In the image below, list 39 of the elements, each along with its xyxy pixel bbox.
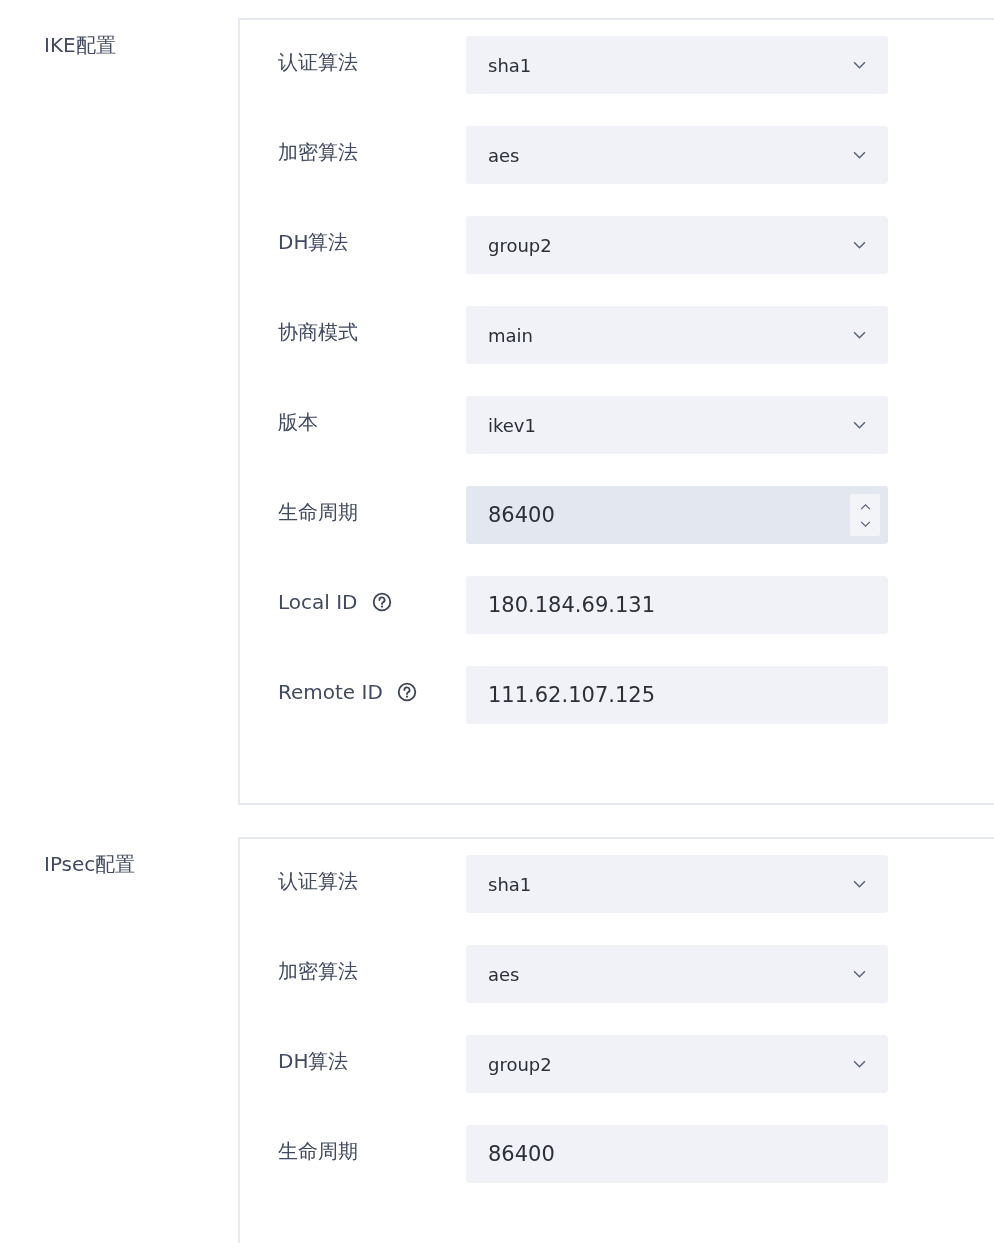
field-label: 加密算法 (278, 957, 358, 985)
field-label: 版本 (278, 408, 318, 436)
section-title: IKE配置 (43, 32, 117, 58)
select-field[interactable]: sha1 (466, 36, 888, 94)
chevron-down-icon (853, 879, 866, 889)
spinner-buttons[interactable] (850, 494, 880, 536)
input-field[interactable]: 111.62.107.125 (466, 666, 888, 724)
input-field[interactable]: 86400 (466, 1125, 888, 1183)
field-label: 认证算法 (278, 867, 358, 895)
section-title: IPsec配置 (43, 851, 137, 877)
field-label: DH算法 (278, 1047, 349, 1075)
field-label: 生命周期 (278, 498, 358, 526)
help-icon[interactable] (396, 682, 417, 702)
field-label: 生命周期 (278, 1137, 358, 1165)
select-field[interactable]: main (466, 306, 888, 364)
field-label: 协商模式 (278, 318, 358, 346)
chevron-up-icon (859, 502, 871, 510)
chevron-down-icon (853, 1059, 866, 1069)
select-field[interactable]: group2 (466, 1035, 888, 1093)
chevron-down-icon (853, 420, 866, 430)
chevron-down-icon (853, 60, 866, 70)
chevron-down-icon (853, 330, 866, 340)
chevron-down-icon (853, 150, 866, 160)
select-field[interactable]: aes (466, 945, 888, 1003)
help-icon[interactable] (371, 592, 392, 612)
select-field[interactable]: sha1 (466, 855, 888, 913)
field-label: Remote ID (278, 680, 383, 704)
field-label: 加密算法 (278, 138, 358, 166)
select-field[interactable]: aes (466, 126, 888, 184)
field-label: 认证算法 (278, 48, 358, 76)
select-field[interactable]: ikev1 (466, 396, 888, 454)
chevron-down-icon (853, 240, 866, 250)
chevron-down-icon (853, 969, 866, 979)
field-label: DH算法 (278, 228, 349, 256)
select-field[interactable]: group2 (466, 216, 888, 274)
number-field[interactable]: 86400 (466, 486, 888, 544)
field-label: Local ID (278, 590, 358, 614)
chevron-down-icon (859, 520, 871, 528)
input-field[interactable]: 180.184.69.131 (466, 576, 888, 634)
